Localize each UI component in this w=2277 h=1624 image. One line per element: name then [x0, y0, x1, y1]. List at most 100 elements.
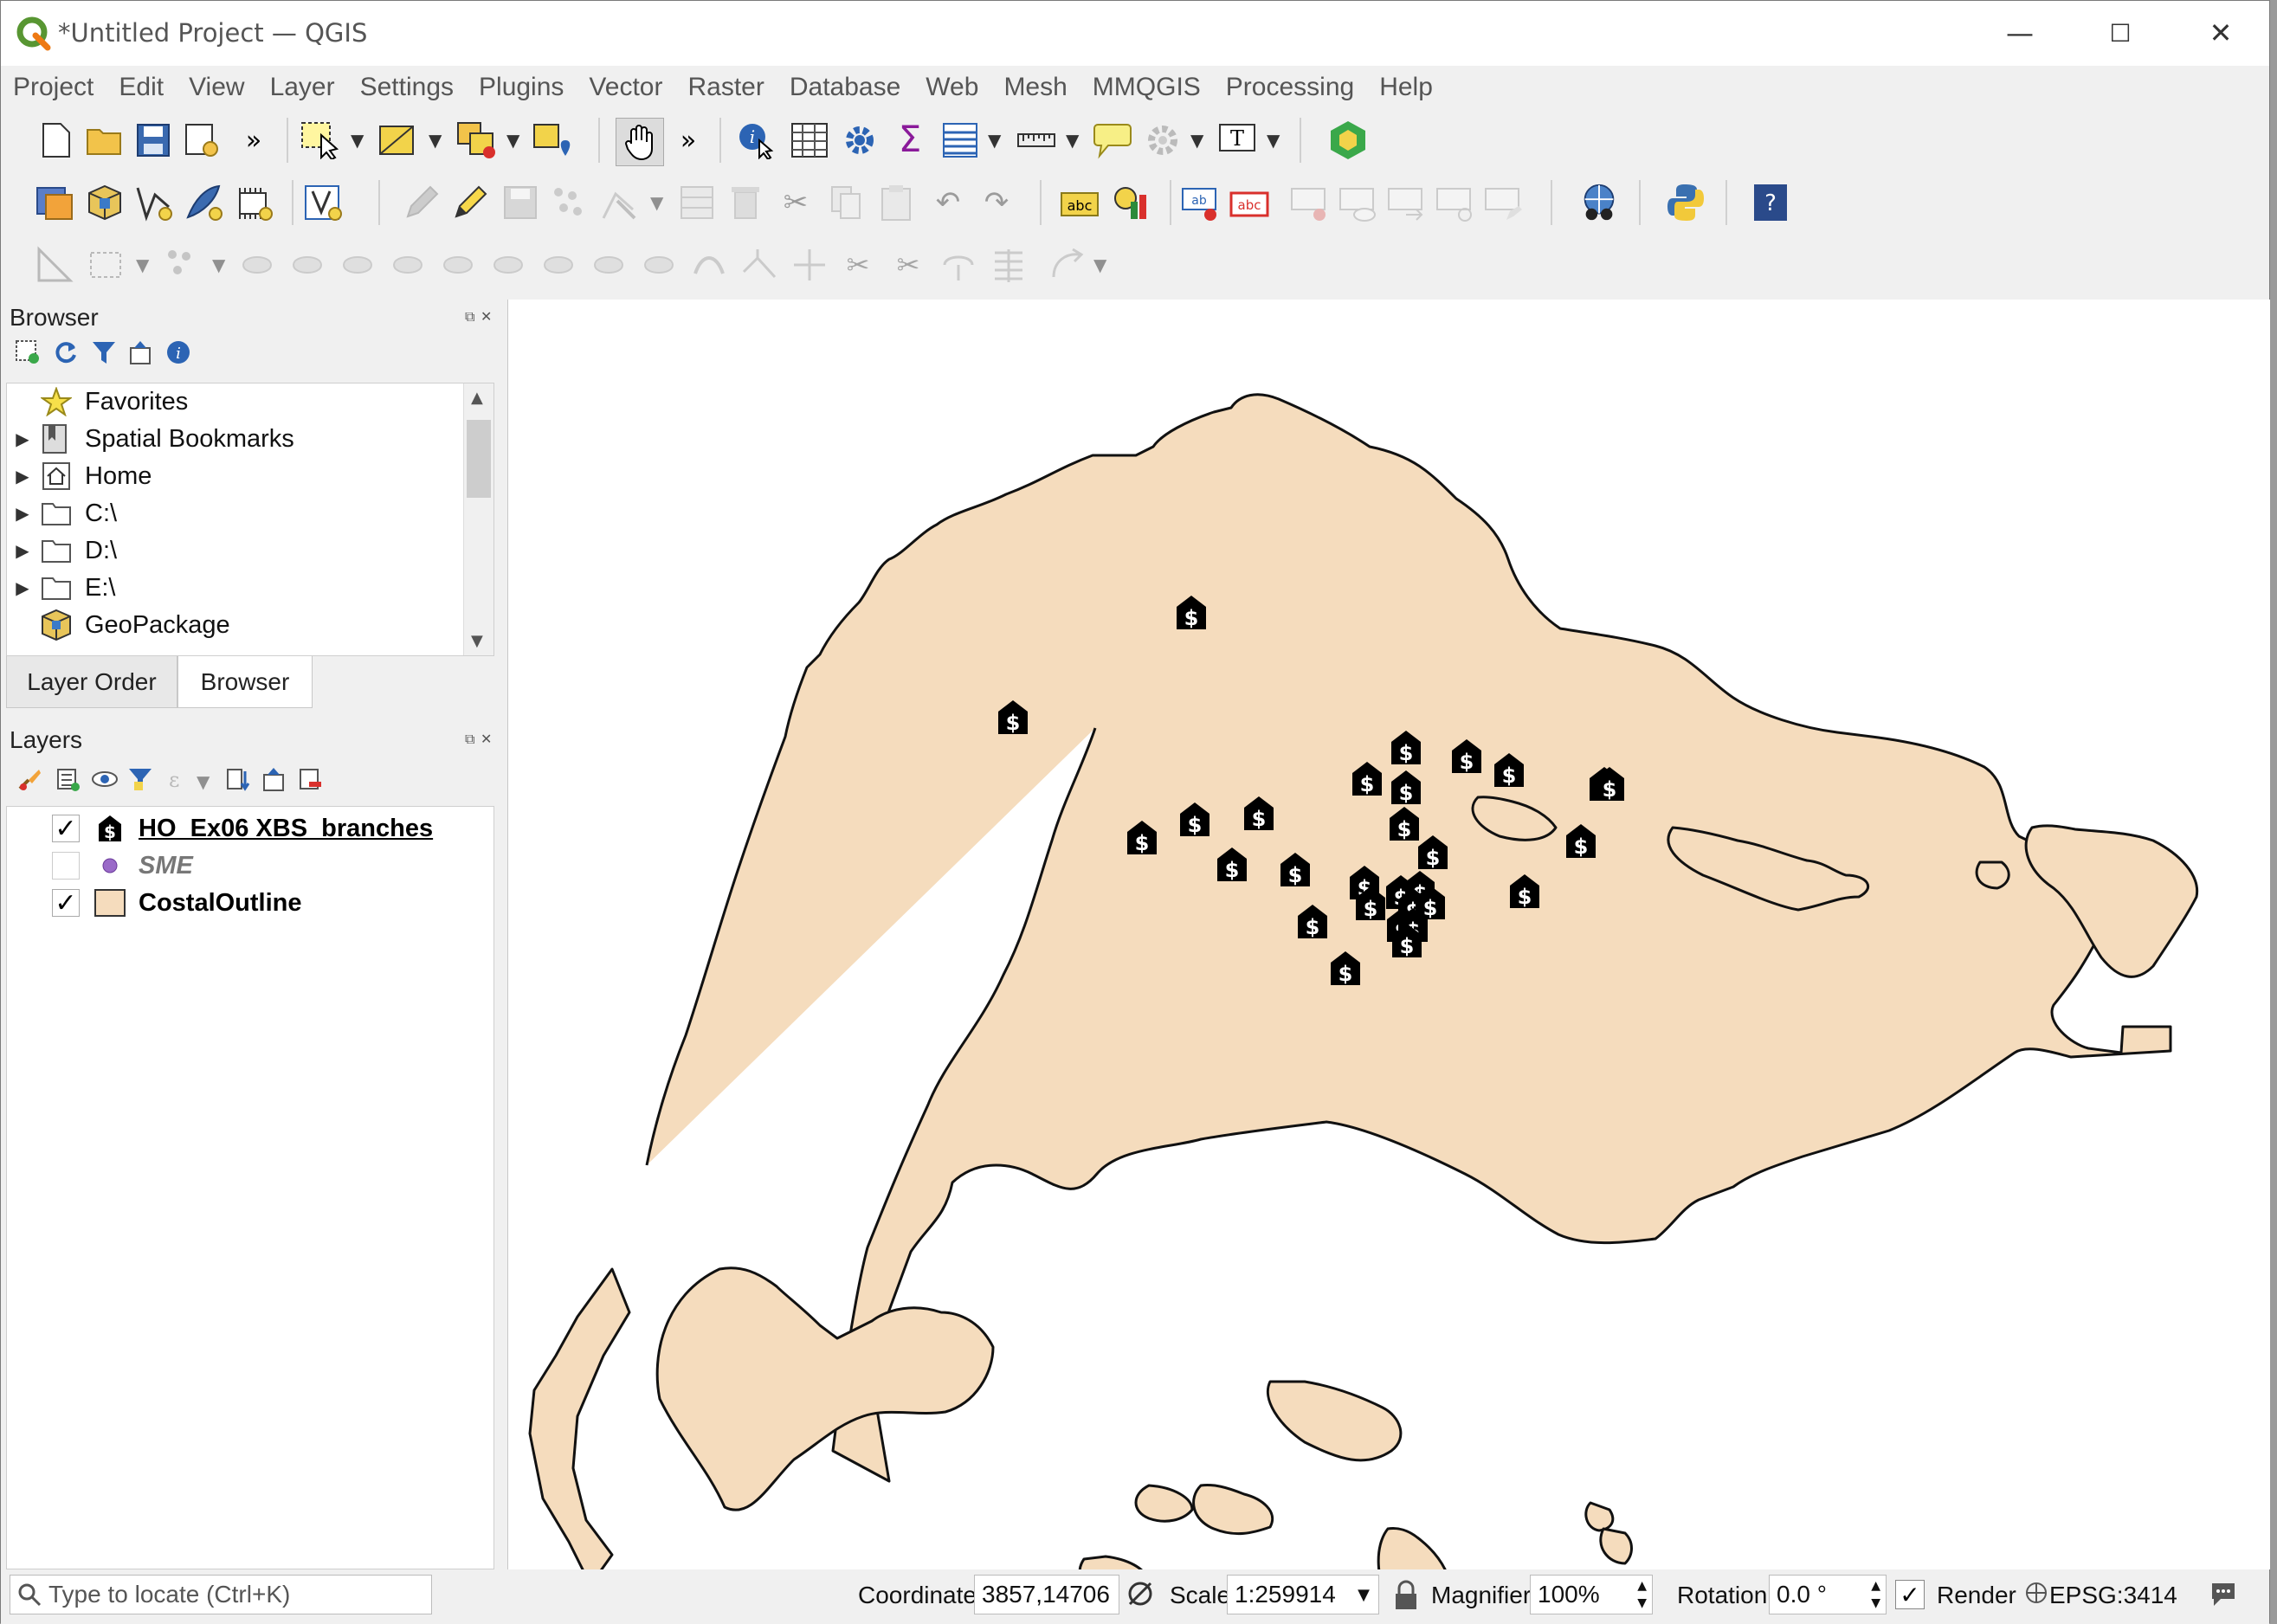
- new-geopackage-icon[interactable]: [84, 182, 126, 223]
- select-by-location-icon[interactable]: [532, 119, 574, 161]
- text-annotation-icon[interactable]: T: [1216, 119, 1258, 161]
- measure-line-icon[interactable]: [1016, 119, 1057, 161]
- save-layer-edits-icon[interactable]: [500, 182, 541, 223]
- digitize-tracing-icon[interactable]: [34, 244, 75, 286]
- filter-legend-icon[interactable]: [127, 766, 153, 796]
- tree-item-d-drive[interactable]: ▶ D:\: [7, 532, 117, 569]
- change-label-properties-icon[interactable]: [1435, 184, 1476, 225]
- layer-item-costal-outline[interactable]: ✓ CostalOutline: [7, 885, 302, 921]
- menu-web[interactable]: Web: [926, 73, 978, 102]
- messages-icon[interactable]: [2209, 1580, 2238, 1612]
- collapse-all-icon[interactable]: [261, 766, 287, 796]
- western-reclamation-shape[interactable]: [528, 1267, 631, 1587]
- new-temporary-layer-icon[interactable]: [233, 182, 274, 223]
- menu-settings[interactable]: Settings: [360, 73, 454, 102]
- southern-island-7-shape[interactable]: [1599, 1527, 1633, 1565]
- more-tools-icon[interactable]: »: [233, 119, 274, 161]
- expand-arrow-icon[interactable]: ▶: [7, 503, 38, 524]
- tree-item-spatial-bookmarks[interactable]: ▶ Spatial Bookmarks: [7, 421, 294, 457]
- open-project-icon[interactable]: [84, 119, 126, 161]
- reshape-features-icon[interactable]: [538, 244, 579, 286]
- chevron-down-icon[interactable]: ▼: [1358, 1586, 1370, 1604]
- copy-features-icon[interactable]: [825, 182, 867, 223]
- maximize-button[interactable]: ☐: [2094, 13, 2146, 53]
- sentosa-island-shape[interactable]: [1266, 1380, 1403, 1462]
- rotate-label-icon[interactable]: [1386, 184, 1428, 225]
- remove-layer-icon[interactable]: [297, 766, 323, 796]
- expand-arrow-icon[interactable]: ▶: [7, 429, 38, 449]
- menu-edit[interactable]: Edit: [119, 73, 164, 102]
- merge-features-icon[interactable]: ✂: [837, 244, 879, 286]
- layer-item-sme[interactable]: SME: [7, 847, 193, 884]
- chevron-down-icon[interactable]: ▼: [1267, 130, 1280, 151]
- new-spatialite-icon[interactable]: [183, 182, 224, 223]
- menu-mmqgis[interactable]: MMQGIS: [1093, 73, 1201, 102]
- render-checkbox[interactable]: ✓: [1895, 1580, 1925, 1609]
- scroll-up-icon[interactable]: ▲: [471, 389, 483, 407]
- chevron-down-icon[interactable]: ▼: [351, 130, 364, 151]
- chevron-down-icon[interactable]: ▼: [197, 771, 210, 792]
- rectangle-selection-icon[interactable]: [86, 244, 127, 286]
- expand-arrow-icon[interactable]: ▶: [7, 540, 38, 561]
- chevron-down-icon[interactable]: ▼: [1190, 130, 1203, 151]
- label-abc-icon[interactable]: abc: [1059, 184, 1100, 225]
- chevron-down-icon[interactable]: ▼: [136, 255, 149, 275]
- toggle-editing-pencil-icon[interactable]: [449, 182, 491, 223]
- add-point-feature-icon[interactable]: [548, 182, 590, 223]
- new-virtual-layer-icon[interactable]: [302, 182, 344, 223]
- settings-gear-icon[interactable]: [1142, 119, 1184, 161]
- menu-view[interactable]: View: [189, 73, 244, 102]
- tree-item-favorites[interactable]: Favorites: [7, 383, 188, 420]
- map-svg[interactable]: $: [508, 300, 2270, 1624]
- python-console-icon[interactable]: [1665, 182, 1706, 223]
- layer-visibility-checkbox[interactable]: ✓: [52, 888, 80, 918]
- scrollbar-thumb[interactable]: [467, 420, 491, 498]
- add-part-icon[interactable]: [337, 244, 378, 286]
- deselect-features-icon[interactable]: [456, 119, 498, 161]
- statistics-sigma-icon[interactable]: Σ: [889, 118, 931, 160]
- spin-arrows-icon[interactable]: ▲ ▼: [1871, 1577, 1880, 1612]
- tree-item-geopackage[interactable]: GeoPackage: [7, 607, 230, 643]
- expand-arrow-icon[interactable]: ▶: [7, 466, 38, 487]
- southern-island-2-shape[interactable]: [1192, 1484, 1274, 1536]
- refresh-icon[interactable]: [53, 339, 79, 370]
- show-hide-labels-icon[interactable]: [1338, 184, 1379, 225]
- coordinate-field[interactable]: 3857,14706: [974, 1575, 1119, 1614]
- lock-scale-icon[interactable]: [1393, 1580, 1419, 1615]
- layer-item-branches[interactable]: ✓ $ HO_Ex06 XBS_branches: [7, 810, 433, 847]
- merge-attributes-icon[interactable]: ✂: [887, 244, 929, 286]
- open-table-icon[interactable]: [939, 119, 981, 161]
- split-features-icon[interactable]: [739, 244, 780, 286]
- locator-globe-icon[interactable]: [1578, 182, 1620, 223]
- highlight-pinned-labels-icon[interactable]: abc: [1229, 184, 1270, 225]
- chevron-down-icon[interactable]: ▼: [212, 255, 225, 275]
- trim-extend-icon[interactable]: [688, 244, 730, 286]
- offset-point-symbols-icon[interactable]: [988, 244, 1029, 286]
- select-features-icon[interactable]: [300, 119, 342, 161]
- chevron-down-icon[interactable]: ▼: [506, 130, 519, 151]
- add-ring-icon[interactable]: [162, 244, 203, 286]
- jurong-island-shape[interactable]: [655, 1266, 995, 1511]
- menu-processing[interactable]: Processing: [1226, 73, 1354, 102]
- menu-mesh[interactable]: Mesh: [1003, 73, 1067, 102]
- chevron-down-icon[interactable]: ▼: [1066, 130, 1079, 151]
- chevron-down-icon[interactable]: ▼: [429, 130, 442, 151]
- open-layer-styling-icon[interactable]: [16, 766, 42, 796]
- menu-layer[interactable]: Layer: [270, 73, 335, 102]
- help-contents-icon[interactable]: ?: [1750, 182, 1791, 223]
- collapse-all-icon[interactable]: [127, 339, 153, 370]
- info-icon[interactable]: i: [165, 339, 191, 370]
- map-canvas[interactable]: $: [507, 300, 2270, 1624]
- menu-raster[interactable]: Raster: [687, 73, 764, 102]
- crs-label[interactable]: EPSG:3414: [2049, 1582, 2177, 1609]
- fill-ring-icon[interactable]: [387, 244, 429, 286]
- filter-by-expression-icon[interactable]: ε: [165, 766, 191, 796]
- pin-labels-icon[interactable]: ab: [1180, 184, 1222, 225]
- plugin-hexagon-icon[interactable]: [1327, 119, 1369, 161]
- more-tools-icon[interactable]: »: [668, 119, 709, 161]
- layer-visibility-checkbox[interactable]: [52, 852, 80, 880]
- menu-vector[interactable]: Vector: [589, 73, 662, 102]
- menu-database[interactable]: Database: [790, 73, 900, 102]
- tree-item-e-drive[interactable]: ▶ E:\: [7, 570, 115, 606]
- paste-features-icon[interactable]: [875, 182, 917, 223]
